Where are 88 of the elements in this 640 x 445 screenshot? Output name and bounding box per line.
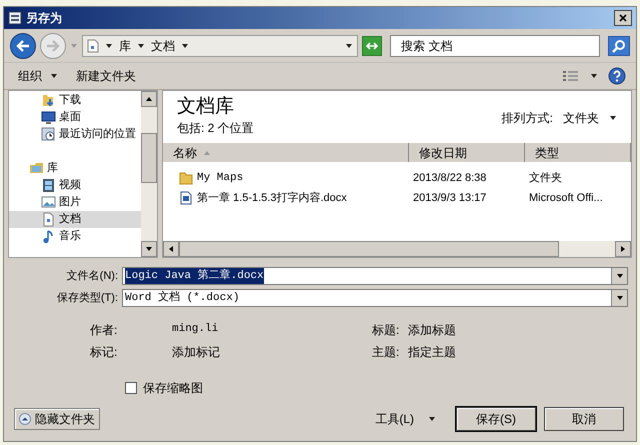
view-icon[interactable] [562, 69, 580, 83]
close-icon [619, 14, 627, 22]
address-field[interactable]: 库 文档 [82, 34, 358, 56]
metadata-value[interactable]: 添加标记 [172, 343, 372, 361]
nav-item[interactable]: 库 [9, 160, 141, 177]
table-cell-text: 文件夹 [529, 170, 562, 186]
help-icon[interactable] [608, 67, 626, 85]
table-cell-text: Microsoft Offi... [529, 190, 603, 206]
collapse-icon [19, 413, 31, 425]
save-button[interactable]: 保存(S) [456, 407, 536, 431]
metadata-label: 标题: [372, 322, 400, 339]
organize-menu[interactable]: 组织 [14, 65, 62, 87]
scroll-up-icon[interactable] [145, 96, 153, 102]
field-label: 文件名(N): [66, 268, 119, 284]
document-icon [87, 38, 99, 52]
nav-item[interactable]: 音乐 [9, 228, 141, 245]
library-subtitle: 包括: 2 个位置 [177, 120, 255, 137]
scroll-right-icon[interactable] [620, 245, 626, 253]
document-icon [41, 212, 56, 227]
scrollbar-thumb[interactable] [141, 133, 157, 183]
hide-folders-button[interactable]: 隐藏文件夹 [14, 408, 100, 430]
metadata-value[interactable]: 添加标题 [408, 321, 636, 339]
arrange-label: 排列方式: [502, 110, 553, 127]
scroll-left-icon[interactable] [168, 245, 174, 253]
refresh-icon [365, 40, 379, 50]
library-icon [29, 161, 44, 176]
metadata-value[interactable]: 指定主题 [408, 343, 636, 361]
desktop-icon [41, 110, 56, 125]
nav-item[interactable]: 图片 [9, 194, 141, 211]
caret-icon[interactable] [105, 42, 113, 50]
caret-icon [50, 72, 58, 80]
nav-item[interactable]: 下载 [9, 92, 141, 109]
metadata-value[interactable]: ming.li [172, 321, 372, 339]
dropdown-arrow-icon[interactable] [616, 273, 624, 279]
file-name[interactable]: 第一章 1.5-1.5.3打字内容.docx [197, 190, 347, 206]
cancel-button[interactable]: 取消 [544, 407, 624, 431]
window-icon [8, 11, 22, 25]
nav-item[interactable]: 文档 [9, 211, 141, 228]
download-folder-icon [41, 93, 56, 108]
horizontal-scrollbar[interactable] [163, 241, 631, 257]
checkbox-label: 保存缩略图 [143, 380, 203, 397]
nav-item[interactable]: 桌面 [9, 109, 141, 126]
caret-icon[interactable] [137, 42, 145, 50]
metadata-label: 标记: [90, 344, 118, 361]
scroll-down-icon[interactable] [145, 246, 153, 252]
table-cell-text: 2013/9/3 13:17 [413, 190, 486, 206]
file-name[interactable]: My Maps [197, 170, 244, 186]
table-cell-text: 2013/8/22 8:38 [413, 170, 486, 186]
tools-menu[interactable]: 工具(L) [375, 408, 448, 430]
caret-icon[interactable] [345, 42, 353, 50]
dropdown-arrow-icon[interactable] [616, 295, 624, 301]
breadcrumb-item[interactable]: 库 [119, 36, 131, 54]
view-caret-icon[interactable] [590, 72, 598, 80]
column-header[interactable]: 类型 [525, 143, 631, 162]
metadata-label: 主题: [372, 344, 400, 361]
picture-icon [41, 195, 56, 210]
checkbox[interactable] [125, 382, 137, 394]
breadcrumb-item[interactable]: 文档 [151, 36, 175, 54]
library-title: 文档库 [177, 95, 235, 119]
arrange-dropdown[interactable]: 文件夹 [563, 109, 617, 127]
back-arrow-icon [16, 40, 30, 52]
column-header[interactable]: 名称 [163, 143, 409, 162]
vertical-scrollbar[interactable] [141, 91, 157, 257]
search-field[interactable]: 搜索 文档 [391, 36, 599, 56]
word-document-icon [179, 191, 193, 205]
refresh-button[interactable] [362, 36, 382, 56]
forward-arrow-icon [46, 40, 60, 52]
metadata-label: 作者: [90, 322, 118, 339]
back-button[interactable] [10, 32, 36, 58]
column-header[interactable]: 修改日期 [409, 143, 525, 162]
music-note-icon [41, 229, 56, 244]
video-icon [41, 178, 56, 193]
window-title: 另存为 [26, 10, 63, 27]
caret-icon [428, 415, 436, 423]
nav-item[interactable]: 最近访问的位置 [9, 126, 141, 143]
toolbar-button[interactable]: 新建文件夹 [72, 65, 140, 87]
file-name-field[interactable]: Logic Java 第二章.docx [122, 267, 628, 285]
folder-icon [179, 171, 193, 185]
recent-places-icon [41, 127, 56, 142]
file-type-dropdown[interactable]: Word 文档 (*.docx) [122, 289, 628, 307]
search-icon [612, 38, 626, 52]
caret-icon [609, 114, 617, 122]
close-button[interactable] [614, 10, 632, 26]
caret-icon[interactable] [181, 42, 189, 50]
scrollbar-thumb[interactable] [179, 241, 559, 257]
search-button[interactable] [608, 36, 630, 56]
nav-item[interactable]: 视频 [9, 177, 141, 194]
field-label: 保存类型(T): [56, 290, 119, 306]
